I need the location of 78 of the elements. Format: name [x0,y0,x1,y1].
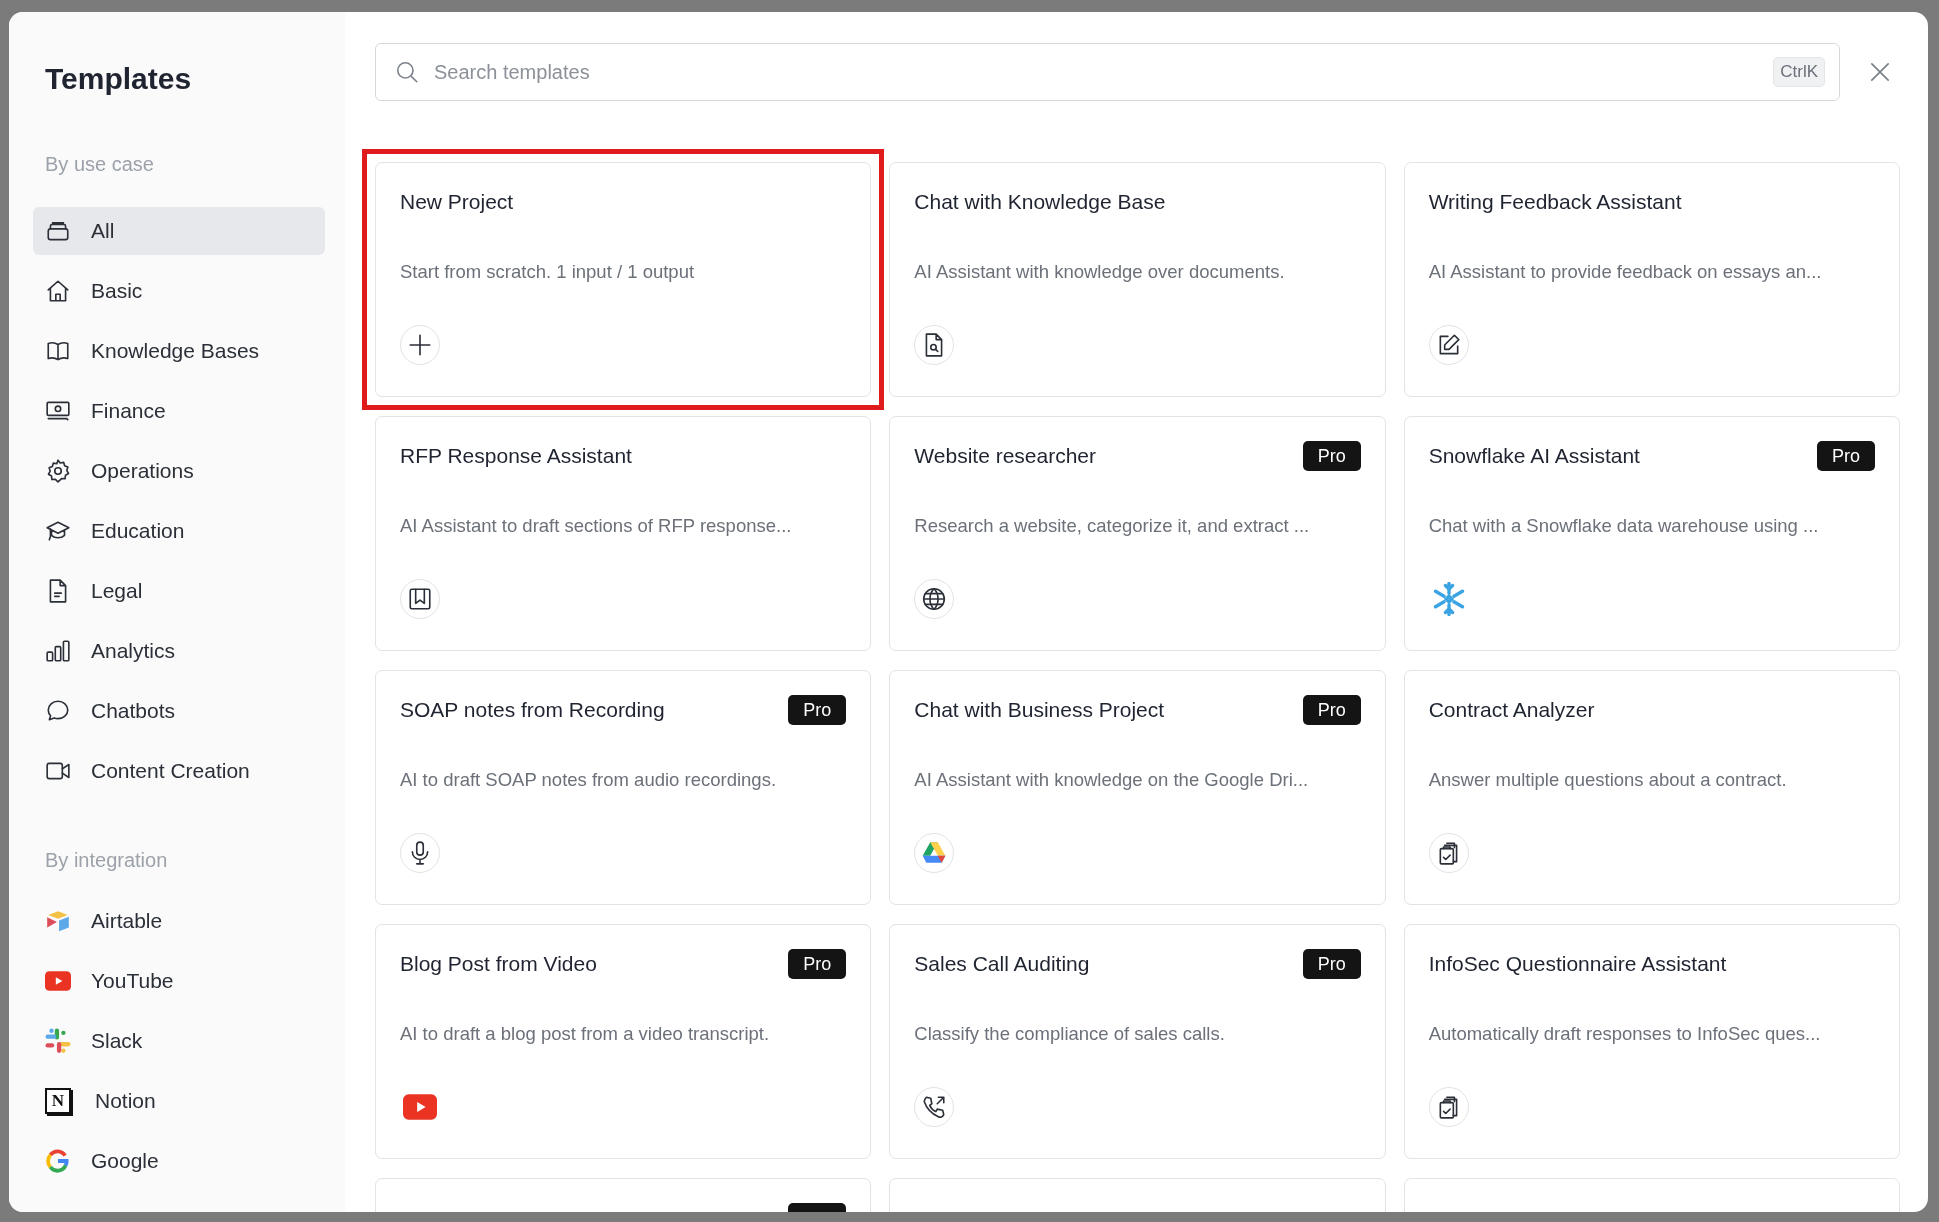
card-title: Sales Call Auditing [914,952,1090,976]
drive-logo-icon [921,840,948,866]
card-description: Answer multiple questions about a contract. [1428,768,1788,792]
pro-badge: Pro [1302,695,1361,725]
card-title: Blog Post from Video [400,952,597,976]
sidebar-item[interactable]: Airtable [33,897,325,945]
template-card[interactable]: RFP Response Assistant AI Assistant to draft sections of RFP response... [375,416,872,651]
sidebar-item[interactable]: Analytics [33,627,325,675]
card-title: Chat with Knowledge Base [914,190,1166,214]
sidebar-title: Templates [45,61,193,97]
card-title: Writing Feedback Assistant [1428,190,1682,214]
card-title: InfoSec Questionnaire Assistant [1428,952,1727,976]
card-title: RFP Response Assistant [400,444,632,468]
card-title: Website researcher [914,444,1097,468]
template-card[interactable]: Sales Call Auditing Pro Classify the compliance of sales calls. [889,924,1386,1159]
settings-icon [45,458,71,484]
template-card[interactable]: InfoSec Questionnaire Assistant Automatically draft responses to InfoSec ques... [1403,924,1900,1159]
sidebar-item[interactable]: Google [33,1137,325,1185]
template-card[interactable]: Contract Analyzer Answer multiple questions about a contract. [1403,670,1900,905]
template-card[interactable]: Chat with Knowledge Base AI Assistant with knowledge over documents. [889,162,1386,397]
card-description: Automatically draft responses to InfoSec ques... [1428,1022,1822,1046]
card-description: AI Assistant with knowledge over documents. [914,260,1286,284]
pro-badge: Pro [1302,949,1361,979]
home-icon [45,278,71,304]
card-title: Contract Analyzer [1428,698,1595,722]
slack-logo-icon [45,1028,71,1054]
airtable-logo-icon [45,908,71,934]
sidebar-item[interactable]: Finance [33,387,325,435]
sidebar-item[interactable]: Knowledge Bases [33,327,325,375]
template-card[interactable]: Chat with Business Project Pro AI Assistant with knowledge on the Google Dri... [889,670,1386,905]
section-heading: By integration [45,848,169,873]
search-field[interactable]: Search templates CtrlK [375,43,1840,101]
sidebar-item[interactable]: All [33,207,325,255]
snowflake-icon [1431,582,1466,616]
notion-logo-icon: N [45,1088,71,1114]
sidebar-item[interactable]: Legal [33,567,325,615]
card-description: AI Assistant with knowledge on the Google Dri... [914,768,1310,792]
card-title: Snowflake AI Assistant [1428,444,1640,468]
template-card[interactable]: New Project Start from scratch. 1 input / 1 output [375,162,872,397]
sidebar-item[interactable]: YouTube [33,957,325,1005]
pro-badge: Pro [788,949,847,979]
template-card[interactable]: SOAP notes from Recording Pro AI to draft SOAP notes from audio recordings. [375,670,872,905]
keyboard-shortcut: CtrlK [1773,57,1825,87]
template-card[interactable]: Snowflake AI Assistant Pro Chat with a Snowflake data warehouse using ... [1403,416,1900,651]
phone-icon [921,1094,948,1120]
card-description: AI to draft SOAP notes from audio recordings. [400,768,778,792]
pro-badge: Pro [1302,441,1361,471]
card-description: Classify the compliance of sales calls. [914,1022,1226,1046]
card-title: SOAP notes from Recording [400,698,665,722]
template-card[interactable]: Blog Post from Video Pro AI to draft a blog post from a video transcript. [375,924,872,1159]
sidebar-item[interactable]: Chatbots [33,687,325,735]
card-description: Start from scratch. 1 input / 1 output [400,260,696,284]
search-icon [394,59,420,85]
card-description: Research a website, categorize it, and extract ... [914,514,1311,538]
sidebar-item[interactable]: Basic [33,267,325,315]
bar-chart-icon [45,638,71,664]
sidebar-item[interactable]: Content Creation [33,747,325,795]
sidebar-item[interactable]: Operations [33,447,325,495]
bookmark-icon [407,586,433,612]
pro-badge: Pro [1817,441,1875,471]
play-button-icon [45,968,71,994]
sidebar-item[interactable]: N Notion [33,1077,325,1125]
card-description: Chat with a Snowflake data warehouse using ... [1428,514,1820,538]
card-description: AI Assistant to provide feedback on essays an... [1428,260,1823,284]
card-title: Chat with Business Project [914,698,1165,722]
sidebar-item[interactable]: Education [33,507,325,555]
template-card[interactable]: Writing Feedback Assistant AI Assistant to provide feedback on essays an... [1403,162,1900,397]
card-title: New Project [400,190,514,214]
card-description: AI to draft a blog post from a video transcript. [400,1022,771,1046]
template-card[interactable]: Website researcher Pro Research a website, categorize it, and extract ... [889,416,1386,651]
card-description: AI Assistant to draft sections of RFP response... [400,514,793,538]
plus-icon [407,332,433,358]
section-heading: By use case [45,152,155,177]
google-logo-icon [45,1148,71,1174]
pro-badge: Pro [788,695,847,725]
search-input[interactable]: Search templates [432,59,1762,85]
globe-icon [921,586,948,612]
sidebar-item[interactable]: Slack [33,1017,325,1065]
